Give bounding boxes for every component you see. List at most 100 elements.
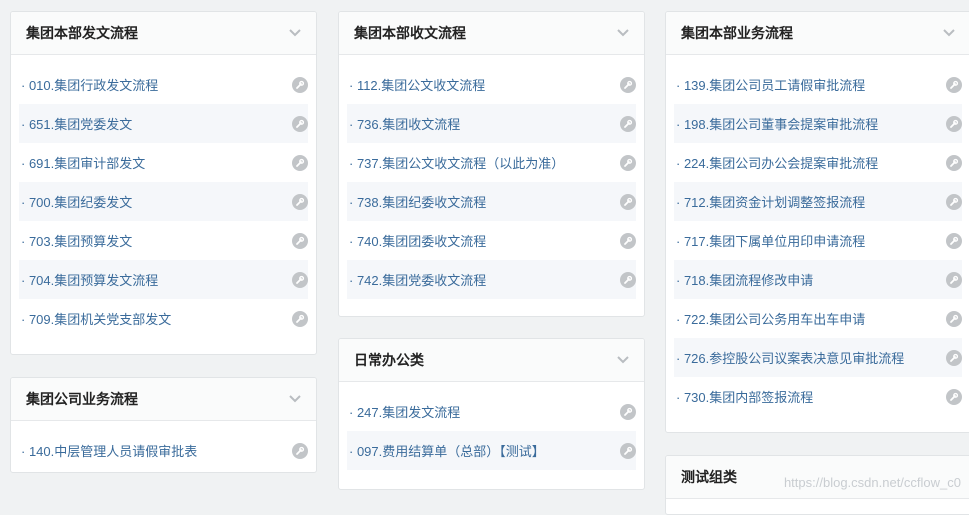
flow-link[interactable]: · 736.集团收文流程 (347, 114, 460, 133)
wrench-icon[interactable] (292, 442, 308, 459)
flow-link[interactable]: · 139.集团公司员工请假审批流程 (674, 75, 865, 94)
chevron-down-icon[interactable] (288, 392, 302, 406)
wrench-icon[interactable] (292, 154, 308, 171)
flow-link[interactable]: · 704.集团预算发文流程 (19, 270, 158, 289)
wrench-icon[interactable] (620, 442, 636, 459)
panel-title: 测试组类 (681, 469, 737, 485)
flow-item[interactable]: · 740.集团团委收文流程 (347, 221, 636, 260)
flow-item[interactable]: · 717.集团下属单位用印申请流程 (674, 221, 962, 260)
flow-link[interactable]: · 709.集团机关党支部发文 (19, 309, 171, 328)
wrench-icon[interactable] (620, 403, 636, 420)
flow-link[interactable]: · 717.集团下属单位用印申请流程 (674, 231, 865, 250)
flow-item[interactable]: · 704.集团预算发文流程 (19, 260, 308, 299)
wrench-icon[interactable] (292, 271, 308, 288)
flow-list: · 247.集团发文流程 · 097.费用结算单（总部）【测试】 (339, 382, 644, 470)
watermark-text: https://blog.csdn.net/ccflow_c0 (783, 475, 961, 490)
flow-item[interactable]: · 140.中层管理人员请假审批表 (19, 431, 308, 470)
wrench-icon[interactable] (292, 193, 308, 210)
flow-list: · 140.中层管理人员请假审批表 (11, 421, 316, 470)
flow-item[interactable]: · 730.集团内部签报流程 (674, 377, 962, 416)
flow-link[interactable]: · 097.费用结算单（总部）【测试】 (347, 441, 545, 460)
wrench-icon[interactable] (292, 115, 308, 132)
wrench-icon[interactable] (946, 271, 962, 288)
flow-link[interactable]: · 112.集团公文收文流程 (347, 75, 485, 94)
panel-hq-dispatch: 集团本部发文流程 · 010.集团行政发文流程 · 651.集团党委发文 · 691… (10, 11, 317, 355)
flow-link[interactable]: · 010.集团行政发文流程 (19, 75, 158, 94)
flow-item[interactable]: · 726.参控股公司议案表决意见审批流程 (674, 338, 962, 377)
flow-link[interactable]: · 198.集团公司董事会提案审批流程 (674, 114, 878, 133)
panel-hq-receive: 集团本部收文流程 · 112.集团公文收文流程 · 736.集团收文流程 · 737… (338, 11, 645, 317)
flow-link[interactable]: · 224.集团公司办公会提案审批流程 (674, 153, 878, 172)
chevron-down-icon[interactable] (942, 26, 956, 40)
flow-item[interactable]: · 709.集团机关党支部发文 (19, 299, 308, 338)
wrench-icon[interactable] (620, 76, 636, 93)
flow-link[interactable]: · 700.集团纪委发文 (19, 192, 132, 211)
flow-item[interactable]: · 738.集团纪委收文流程 (347, 182, 636, 221)
panel-header[interactable]: 日常办公类 (339, 339, 644, 382)
chevron-down-icon[interactable] (616, 26, 630, 40)
wrench-icon[interactable] (292, 232, 308, 249)
wrench-icon[interactable] (620, 115, 636, 132)
wrench-icon[interactable] (946, 115, 962, 132)
flow-link[interactable]: · 738.集团纪委收文流程 (347, 192, 486, 211)
flow-item[interactable]: · 737.集团公文收文流程（以此为准） (347, 143, 636, 182)
wrench-icon[interactable] (946, 154, 962, 171)
flow-list: · 139.集团公司员工请假审批流程 · 198.集团公司董事会提案审批流程 · 2… (666, 55, 969, 416)
flow-item[interactable]: · 718.集团流程修改申请 (674, 260, 962, 299)
flow-link[interactable]: · 718.集团流程修改申请 (674, 270, 813, 289)
flow-item[interactable]: · 097.费用结算单（总部）【测试】 (347, 431, 636, 470)
wrench-icon[interactable] (620, 271, 636, 288)
flow-item[interactable]: · 112.集团公文收文流程 (347, 65, 636, 104)
wrench-icon[interactable] (946, 310, 962, 327)
panel-header[interactable]: 集团本部发文流程 (11, 12, 316, 55)
flow-item[interactable]: · 736.集团收文流程 (347, 104, 636, 143)
flow-item[interactable]: · 139.集团公司员工请假审批流程 (674, 65, 962, 104)
wrench-icon[interactable] (946, 388, 962, 405)
panel-header[interactable]: 集团公司业务流程 (11, 378, 316, 421)
wrench-icon[interactable] (946, 193, 962, 210)
flow-link[interactable]: · 712.集团资金计划调整签报流程 (674, 192, 865, 211)
wrench-icon[interactable] (292, 310, 308, 327)
wrench-icon[interactable] (946, 76, 962, 93)
wrench-icon[interactable] (620, 154, 636, 171)
flow-item[interactable]: · 198.集团公司董事会提案审批流程 (674, 104, 962, 143)
flow-link[interactable]: · 651.集团党委发文 (19, 114, 132, 133)
flow-item[interactable]: · 712.集团资金计划调整签报流程 (674, 182, 962, 221)
wrench-icon[interactable] (946, 349, 962, 366)
panel-title: 日常办公类 (354, 352, 424, 368)
wrench-icon[interactable] (946, 232, 962, 249)
panel-header[interactable]: 集团本部业务流程 (666, 12, 969, 55)
flow-link[interactable]: · 742.集团党委收文流程 (347, 270, 486, 289)
flow-link[interactable]: · 722.集团公司公务用车出车申请 (674, 309, 865, 328)
flow-link[interactable]: · 740.集团团委收文流程 (347, 231, 486, 250)
panel-daily-office: 日常办公类 · 247.集团发文流程 · 097.费用结算单（总部）【测试】 (338, 338, 645, 490)
flow-list: · 010.集团行政发文流程 · 651.集团党委发文 · 691.集团审计部发文 ·… (11, 55, 316, 338)
flow-link[interactable]: · 730.集团内部签报流程 (674, 387, 813, 406)
chevron-down-icon[interactable] (288, 26, 302, 40)
wrench-icon[interactable] (620, 193, 636, 210)
flow-item[interactable]: · 703.集团预算发文 (19, 221, 308, 260)
panel-title: 集团本部发文流程 (26, 25, 138, 41)
panel-title: 集团本部收文流程 (354, 25, 466, 41)
flow-link[interactable]: · 247.集团发文流程 (347, 402, 460, 421)
flow-item[interactable]: · 010.集团行政发文流程 (19, 65, 308, 104)
flow-list: · 112.集团公文收文流程 · 736.集团收文流程 · 737.集团公文收文流程… (339, 55, 644, 299)
panel-group-business: 集团公司业务流程 · 140.中层管理人员请假审批表 (10, 377, 317, 473)
wrench-icon[interactable] (292, 76, 308, 93)
flow-link[interactable]: · 726.参控股公司议案表决意见审批流程 (674, 348, 904, 367)
panel-title: 集团本部业务流程 (681, 25, 793, 41)
flow-item[interactable]: · 700.集团纪委发文 (19, 182, 308, 221)
flow-item[interactable]: · 651.集团党委发文 (19, 104, 308, 143)
flow-link[interactable]: · 737.集团公文收文流程（以此为准） (347, 153, 564, 172)
flow-link[interactable]: · 691.集团审计部发文 (19, 153, 145, 172)
chevron-down-icon[interactable] (616, 353, 630, 367)
flow-item[interactable]: · 722.集团公司公务用车出车申请 (674, 299, 962, 338)
flow-item[interactable]: · 742.集团党委收文流程 (347, 260, 636, 299)
flow-link[interactable]: · 140.中层管理人员请假审批表 (19, 441, 197, 460)
wrench-icon[interactable] (620, 232, 636, 249)
panel-header[interactable]: 集团本部收文流程 (339, 12, 644, 55)
flow-item[interactable]: · 224.集团公司办公会提案审批流程 (674, 143, 962, 182)
flow-link[interactable]: · 703.集团预算发文 (19, 231, 132, 250)
flow-item[interactable]: · 691.集团审计部发文 (19, 143, 308, 182)
flow-item[interactable]: · 247.集团发文流程 (347, 392, 636, 431)
